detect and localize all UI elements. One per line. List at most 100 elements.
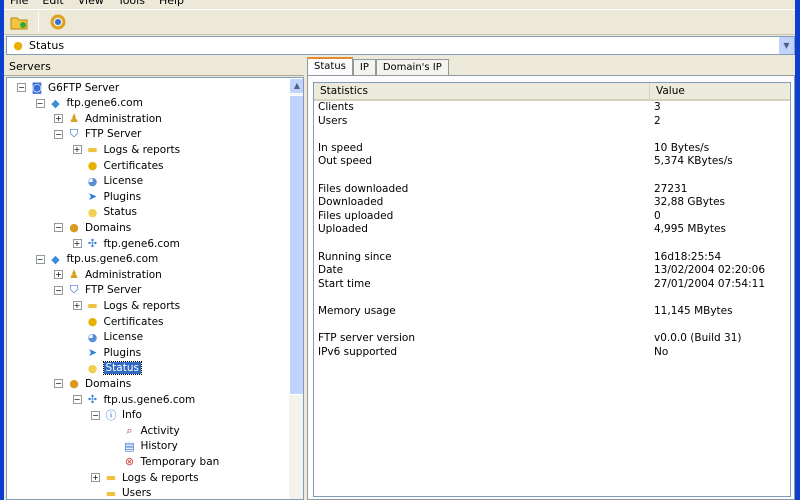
tree-item-label: Activity	[140, 424, 180, 437]
stat-value: 13/02/2004 02:20:06	[654, 264, 766, 277]
table-row: Running since 16d18:25:54	[314, 251, 790, 265]
tree-item-label: Logs & reports	[103, 299, 181, 312]
menu-tools[interactable]: Tools	[118, 0, 145, 8]
domain-icon: ✣	[87, 237, 98, 250]
tree-item[interactable]: ● Status	[86, 205, 137, 220]
tree-item[interactable]: ⓘ Info	[104, 408, 142, 423]
tree-item-label: License	[103, 175, 144, 188]
tree-item[interactable]: ⊗ Temporary ban	[123, 454, 219, 469]
tree-scrollbar[interactable]: ▲	[289, 78, 303, 499]
app-window: File Edit View Tools Help ● Status ▼ Servers…	[4, 0, 795, 500]
menu-file[interactable]: File	[10, 0, 28, 8]
collapse-toggle[interactable]: −	[54, 223, 63, 233]
plugin-icon: ➤	[87, 346, 98, 360]
host-icon: ◆	[51, 252, 60, 266]
history-icon: ▤	[124, 439, 135, 453]
table-row: Downloaded 32,88 GBytes	[314, 196, 790, 210]
folder-icon: ▬	[105, 486, 117, 500]
refresh-icon[interactable]	[47, 11, 69, 33]
stat-name: Files downloaded	[318, 182, 409, 195]
stat-name: Start time	[318, 277, 371, 290]
scroll-thumb[interactable]	[289, 95, 303, 395]
collapse-toggle[interactable]: −	[54, 379, 63, 389]
collapse-toggle[interactable]: −	[54, 129, 63, 139]
tree-item[interactable]: ◕ License	[86, 330, 144, 345]
tree-item-label: License	[103, 331, 144, 344]
tree-item-label: FTP Server	[85, 284, 142, 297]
tree-item[interactable]: ● Domains	[67, 220, 131, 235]
stat-name: Downloaded	[318, 196, 384, 209]
expand-toggle[interactable]: +	[72, 301, 82, 311]
stat-name: Users	[318, 114, 348, 127]
column-header-statistics[interactable]: Statistics	[314, 83, 650, 99]
server-tree[interactable]: ▲ − ◙ G6FTP Server − ◆ ftp.gene6.com + ♟ Adminis…	[6, 77, 304, 500]
location-combobox[interactable]: ● Status ▼	[6, 36, 795, 55]
menu-edit[interactable]: Edit	[42, 0, 63, 8]
chevron-down-icon[interactable]: ▼	[779, 37, 794, 54]
license-icon: ◕	[87, 330, 98, 344]
expand-toggle[interactable]: +	[54, 114, 63, 124]
collapse-toggle[interactable]: −	[35, 254, 45, 264]
collapse-toggle[interactable]: −	[17, 83, 26, 92]
tree-item[interactable]: ● Status	[86, 361, 142, 376]
location-value: Status	[29, 39, 65, 52]
tree-item[interactable]: ➤ Plugins	[86, 345, 141, 360]
tree-item-label: Certificates	[103, 159, 164, 172]
stat-value: 5,374 KBytes/s	[654, 155, 733, 168]
menu-bar: File Edit View Tools Help	[4, 0, 184, 8]
tab-status[interactable]: Status	[307, 57, 353, 77]
folder-icon: ▬	[87, 299, 98, 313]
column-header-value[interactable]: Value	[650, 83, 691, 99]
tree-item[interactable]: ◕ License	[86, 174, 144, 189]
tree-item[interactable]: ● Domains	[67, 376, 131, 391]
collapse-toggle[interactable]: −	[35, 98, 45, 108]
menu-help[interactable]: Help	[159, 0, 184, 8]
table-row: Files downloaded 27231	[314, 183, 790, 197]
shield-icon: ⛉	[69, 127, 79, 141]
tree-item-label: Domains	[85, 377, 132, 390]
tree-item[interactable]: ⌕ Activity	[123, 423, 180, 438]
collapse-toggle[interactable]: −	[72, 395, 82, 404]
expand-toggle[interactable]: +	[91, 473, 100, 482]
folder-icon: ▬	[105, 471, 117, 484]
tree-item[interactable]: ✣ ftp.gene6.com	[86, 236, 180, 251]
menu-view[interactable]: View	[78, 0, 104, 8]
expand-toggle[interactable]: +	[72, 239, 82, 248]
collapse-toggle[interactable]: −	[91, 410, 100, 420]
tree-item[interactable]: ▬ Logs & reports	[86, 298, 181, 313]
stat-name: IPv6 supported	[318, 345, 398, 358]
stat-value: 32,88 GBytes	[654, 196, 725, 209]
tree-item[interactable]: ⛉ FTP Server	[67, 283, 142, 298]
statistics-list[interactable]: Statistics Value Clients 3 Users 2 In speed 1…	[313, 82, 791, 497]
collapse-toggle[interactable]: −	[54, 285, 63, 295]
tree-item[interactable]: ▬ Logs & reports	[104, 470, 199, 485]
tree-item[interactable]: ◆ ftp.gene6.com	[49, 96, 143, 111]
stat-name: Running since	[318, 250, 392, 263]
lightbulb-icon: ●	[13, 39, 23, 52]
tree-item[interactable]: ◙ G6FTP Server	[30, 80, 120, 95]
tree-item[interactable]: ● Certificates	[86, 314, 164, 329]
scroll-up-button[interactable]: ▲	[289, 78, 303, 94]
open-folder-icon[interactable]	[8, 11, 30, 33]
shield-icon: ⛉	[69, 283, 79, 297]
tree-item[interactable]: ▬ Users	[104, 486, 152, 500]
stat-value: 27/01/2004 07:54:11	[654, 277, 766, 290]
tree-item[interactable]: ♟ Administration	[67, 111, 162, 126]
expand-toggle[interactable]: +	[54, 270, 63, 280]
expand-toggle[interactable]: +	[72, 145, 82, 155]
toolbar-separator	[38, 12, 39, 32]
tree-item[interactable]: ⛉ FTP Server	[67, 127, 142, 142]
table-row: Date 13/02/2004 02:20:06	[314, 264, 790, 278]
stat-name: In speed	[318, 141, 363, 154]
tree-item[interactable]: ➤ Plugins	[86, 189, 141, 204]
spacer-row	[314, 237, 790, 251]
tree-item[interactable]: ▬ Logs & reports	[86, 142, 180, 157]
tree-item[interactable]: ◆ ftp.us.gene6.com	[49, 252, 158, 267]
license-icon: ◕	[87, 174, 98, 188]
tree-item[interactable]: ✣ ftp.us.gene6.com	[86, 392, 195, 407]
tree-item[interactable]: ▤ History	[123, 439, 178, 454]
tree-item[interactable]: ♟ Administration	[67, 267, 162, 282]
stat-name: Memory usage	[318, 304, 396, 317]
tree-item[interactable]: ● Certificates	[86, 158, 164, 173]
tree-item-label: Domains	[85, 221, 132, 234]
